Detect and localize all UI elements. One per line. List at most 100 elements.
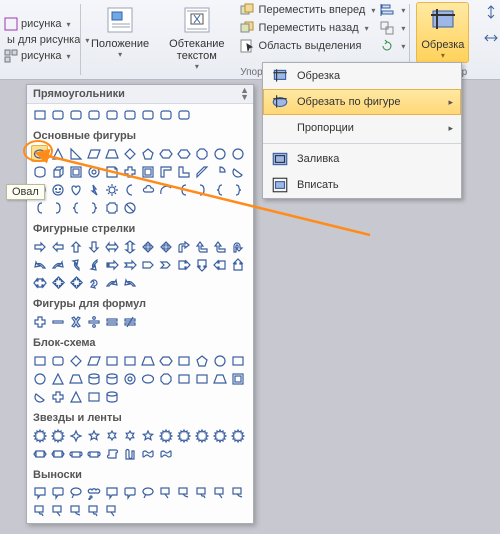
shape-rect[interactable]: [175, 352, 192, 369]
shape-rect[interactable]: [31, 106, 48, 123]
shape-aBentR[interactable]: [175, 238, 192, 255]
shape-lbrace[interactable]: [67, 199, 84, 216]
shape-aBentU[interactable]: [193, 238, 210, 255]
shape-rbrace[interactable]: [85, 199, 102, 216]
shape-diam[interactable]: [67, 352, 84, 369]
shape-lbrkt[interactable]: [31, 199, 48, 216]
shape-eqNE[interactable]: [121, 313, 138, 330]
shape-plaq[interactable]: [103, 199, 120, 216]
selection-pane-button[interactable]: Область выделения: [239, 38, 376, 54]
shape-wave[interactable]: [139, 445, 156, 462]
shape-coCloud[interactable]: [85, 484, 102, 501]
shape-scroll2[interactable]: [121, 445, 138, 462]
dropdown-icon[interactable]: [65, 18, 71, 30]
shape-hex[interactable]: [157, 145, 174, 162]
send-backward-button[interactable]: Переместить назад: [239, 20, 376, 36]
shape-rect[interactable]: [193, 370, 210, 387]
shape-hex[interactable]: [157, 352, 174, 369]
shape-coLine[interactable]: [49, 502, 66, 519]
menu-aspect-ratio[interactable]: Пропорции: [263, 115, 461, 141]
shape-oct[interactable]: [157, 370, 174, 387]
shape-coOval[interactable]: [139, 484, 156, 501]
shape-burst[interactable]: [49, 427, 66, 444]
shape-circ[interactable]: [229, 145, 246, 162]
shape-sun[interactable]: [103, 181, 120, 198]
shape-chord[interactable]: [229, 163, 246, 180]
shape-aCallU[interactable]: [229, 256, 246, 273]
shape-can[interactable]: [31, 163, 48, 180]
shape-aL[interactable]: [49, 238, 66, 255]
wrap-text-button[interactable]: Обтекание текстом ▾: [165, 2, 228, 73]
shape-aCallD[interactable]: [193, 256, 210, 273]
shape-scroll[interactable]: [103, 445, 120, 462]
shape-burst[interactable]: [175, 427, 192, 444]
shape-rect[interactable]: [175, 370, 192, 387]
shape-rect[interactable]: [121, 352, 138, 369]
shape-aR[interactable]: [31, 238, 48, 255]
align-button[interactable]: [379, 2, 405, 18]
shape-star5[interactable]: [85, 427, 102, 444]
shape-rect[interactable]: [85, 388, 102, 405]
shape-lbrace[interactable]: [211, 181, 228, 198]
shape-para[interactable]: [85, 352, 102, 369]
shape-a4[interactable]: [157, 238, 174, 255]
shape-diag[interactable]: [193, 163, 210, 180]
shape-heart[interactable]: [67, 181, 84, 198]
shape-halfframe[interactable]: [157, 163, 174, 180]
shape-oval[interactable]: [31, 145, 48, 162]
shape-no[interactable]: [121, 199, 138, 216]
shape-aPent[interactable]: [139, 256, 156, 273]
shape-bev[interactable]: [229, 370, 246, 387]
shape-ribbon[interactable]: [49, 445, 66, 462]
shape-smile[interactable]: [49, 181, 66, 198]
shape-coRect[interactable]: [31, 484, 48, 501]
shape-star6[interactable]: [103, 427, 120, 444]
shape-coLine[interactable]: [211, 484, 228, 501]
rotate-button[interactable]: [379, 38, 405, 54]
shape-ribbon2[interactable]: [85, 445, 102, 462]
shape-rtri[interactable]: [67, 145, 84, 162]
shape-diam[interactable]: [121, 145, 138, 162]
shape-rrect[interactable]: [175, 106, 192, 123]
shape-coLine2[interactable]: [67, 502, 84, 519]
shape-chord[interactable]: [31, 388, 48, 405]
shape-pent[interactable]: [193, 352, 210, 369]
crop-button[interactable]: Обрезка ▾: [416, 2, 469, 63]
shape-oval[interactable]: [139, 370, 156, 387]
shape-aCurveL[interactable]: [31, 256, 48, 273]
shape-rect[interactable]: [31, 352, 48, 369]
shape-aCallL[interactable]: [211, 256, 228, 273]
shape-coRR[interactable]: [49, 484, 66, 501]
shape-cloud[interactable]: [139, 181, 156, 198]
shape-coLine2[interactable]: [175, 484, 192, 501]
shape-aNotch[interactable]: [121, 256, 138, 273]
shape-circ[interactable]: [211, 352, 228, 369]
menu-fill[interactable]: Заливка: [263, 146, 461, 172]
shape-rrect[interactable]: [103, 106, 120, 123]
shape-trap[interactable]: [211, 370, 228, 387]
shape-aCurveL[interactable]: [121, 274, 138, 291]
shape-eqX[interactable]: [67, 313, 84, 330]
shape-donut[interactable]: [85, 163, 102, 180]
shape-star4[interactable]: [67, 427, 84, 444]
shape-hex[interactable]: [175, 145, 192, 162]
shape-rrect[interactable]: [121, 106, 138, 123]
menu-crop-to-shape[interactable]: Обрезать по фигуре: [263, 89, 461, 115]
shape-ribbon[interactable]: [31, 445, 48, 462]
shape-plus[interactable]: [121, 163, 138, 180]
shape-coLine3[interactable]: [85, 502, 102, 519]
shape-arc[interactable]: [157, 181, 174, 198]
shape-frame[interactable]: [139, 163, 156, 180]
shape-rbrkt[interactable]: [49, 199, 66, 216]
shape-circ[interactable]: [211, 145, 228, 162]
shape-tri[interactable]: [49, 145, 66, 162]
shape-aLR[interactable]: [103, 238, 120, 255]
shape-rrect[interactable]: [67, 106, 84, 123]
shape-tri[interactable]: [67, 388, 84, 405]
shape-fold[interactable]: [103, 163, 120, 180]
shape-aCurveR[interactable]: [103, 274, 120, 291]
shape-aUturn[interactable]: [229, 238, 246, 255]
shape-eqE[interactable]: [103, 313, 120, 330]
shape-circ[interactable]: [31, 370, 48, 387]
shape-eqP[interactable]: [31, 313, 48, 330]
